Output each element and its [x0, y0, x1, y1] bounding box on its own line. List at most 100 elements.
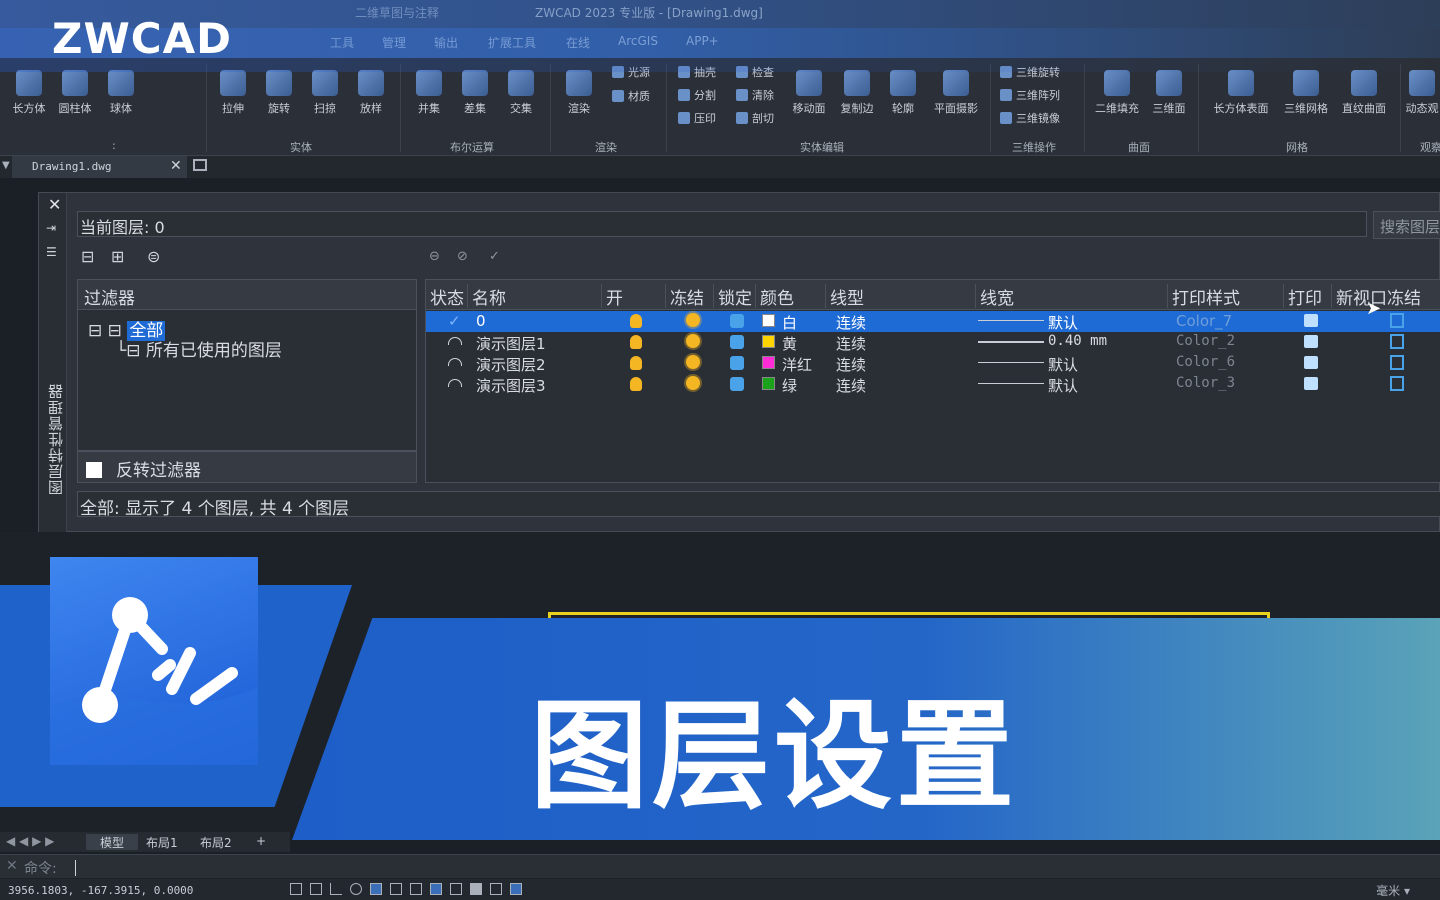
- layer-row[interactable]: ✓ 0 白 连续 默认 Color_7: [426, 311, 1440, 332]
- layer-states-manager-icon[interactable]: ⊜: [147, 247, 160, 266]
- lineweight[interactable]: 默认: [1048, 354, 1078, 375]
- layout-nav-arrows-icon[interactable]: ◀ ◀ ▶ ▶: [6, 834, 54, 848]
- shell-button[interactable]: 抽壳: [678, 64, 716, 80]
- color-swatch[interactable]: [762, 377, 775, 390]
- intersect-button[interactable]: 交集: [498, 70, 544, 116]
- separate-button[interactable]: 分割: [678, 87, 716, 103]
- col-vp-freeze[interactable]: 新视口冻结: [1332, 284, 1440, 309]
- color-swatch[interactable]: [762, 314, 775, 327]
- flatshot-button[interactable]: 平面摄影: [928, 70, 984, 116]
- new-layer-icon[interactable]: ⊖: [429, 249, 440, 264]
- vp-freeze-icon[interactable]: [1390, 313, 1404, 328]
- ortho-icon[interactable]: [330, 883, 342, 895]
- new-tab-icon[interactable]: [193, 159, 207, 171]
- col-lock[interactable]: 锁定: [714, 284, 756, 309]
- layer-row[interactable]: 演示图层1 黄 连续 0.40 mm Color_2: [426, 332, 1440, 353]
- polar-tracking-icon[interactable]: [350, 883, 362, 895]
- vp-freeze-icon[interactable]: [1390, 334, 1404, 349]
- revolve-button[interactable]: 旋转: [256, 70, 302, 116]
- snap-tracking-icon[interactable]: [390, 883, 402, 895]
- tabs-menu-icon[interactable]: ▼: [2, 160, 10, 171]
- layer-name[interactable]: 演示图层2: [476, 354, 546, 375]
- properties-menu-icon[interactable]: ☰: [46, 245, 57, 259]
- lineweight[interactable]: 默认: [1048, 312, 1078, 333]
- thaw-sun-icon[interactable]: [686, 313, 700, 327]
- tab-manage[interactable]: 管理: [382, 34, 406, 51]
- linetype[interactable]: 连续: [836, 312, 866, 333]
- lightbulb-on-icon[interactable]: [630, 335, 642, 349]
- thaw-sun-icon[interactable]: [686, 376, 700, 390]
- array3d-button[interactable]: 三维阵列: [1000, 87, 1060, 103]
- light-button[interactable]: 光源: [612, 64, 650, 80]
- col-freeze[interactable]: 冻结: [666, 284, 714, 309]
- extrude-button[interactable]: 拉伸: [210, 70, 256, 116]
- layer-name[interactable]: 演示图层1: [476, 333, 546, 354]
- mesh3d-button[interactable]: 三维网格: [1278, 70, 1334, 116]
- tab-output[interactable]: 输出: [434, 34, 458, 51]
- col-plot[interactable]: 打印: [1284, 284, 1332, 309]
- lineweight-toggle-icon[interactable]: [450, 883, 462, 895]
- command-line[interactable]: ✕ 命令:: [0, 854, 1440, 878]
- lightbulb-on-icon[interactable]: [630, 377, 642, 391]
- new-group-filter-icon[interactable]: ⊞: [111, 247, 124, 266]
- box-button[interactable]: 长方体: [6, 70, 52, 116]
- linetype[interactable]: 连续: [836, 354, 866, 375]
- printer-icon[interactable]: [1304, 314, 1318, 327]
- sphere-button[interactable]: 球体: [98, 70, 144, 116]
- render-button[interactable]: 渲染: [556, 70, 602, 116]
- tree-item-used-layers[interactable]: └⊟ 所有已使用的图层: [116, 336, 282, 361]
- col-name[interactable]: 名称: [468, 284, 602, 309]
- checkbox-icon[interactable]: [86, 462, 102, 478]
- auto-hide-icon[interactable]: ⇥: [46, 221, 56, 235]
- printer-icon[interactable]: [1304, 335, 1318, 348]
- profile-button[interactable]: 轮廓: [880, 70, 926, 116]
- vp-freeze-icon[interactable]: [1390, 376, 1404, 391]
- lineweight[interactable]: 默认: [1048, 375, 1078, 396]
- color-swatch[interactable]: [762, 356, 775, 369]
- box-surface-button[interactable]: 长方体表面: [1206, 70, 1276, 116]
- layer-name[interactable]: 0: [476, 312, 486, 330]
- col-plot-style[interactable]: 打印样式: [1168, 284, 1284, 309]
- collapse-icon[interactable]: ⊟: [88, 321, 102, 341]
- col-color[interactable]: 颜色: [756, 284, 826, 309]
- unlock-icon[interactable]: [730, 356, 744, 370]
- thaw-sun-icon[interactable]: [686, 355, 700, 369]
- cylinder-button[interactable]: 圆柱体: [52, 70, 98, 116]
- printer-icon[interactable]: [1304, 356, 1318, 369]
- layer-name[interactable]: 演示图层3: [476, 375, 546, 396]
- face3d-button[interactable]: 三维面: [1146, 70, 1192, 116]
- add-layout-button[interactable]: +: [256, 834, 266, 848]
- imprint-button[interactable]: 压印: [678, 110, 716, 126]
- dynamic-input-icon[interactable]: [430, 883, 442, 895]
- document-tab[interactable]: Drawing1.dwg: [12, 156, 187, 178]
- lightbulb-on-icon[interactable]: [630, 356, 642, 370]
- new-property-filter-icon[interactable]: ⊟: [81, 247, 94, 266]
- tab-online[interactable]: 在线: [566, 34, 590, 51]
- tab-extensions[interactable]: 扩展工具: [488, 34, 536, 51]
- grid-display-icon[interactable]: [290, 883, 302, 895]
- unlock-icon[interactable]: [730, 335, 744, 349]
- lightbulb-on-icon[interactable]: [630, 314, 642, 328]
- subtract-button[interactable]: 差集: [452, 70, 498, 116]
- workspace-label[interactable]: 二维草图与注释: [355, 4, 439, 21]
- col-on[interactable]: 开: [602, 284, 666, 309]
- col-lineweight[interactable]: 线宽: [976, 284, 1168, 309]
- invert-filter-checkbox[interactable]: 反转过滤器: [77, 451, 417, 483]
- tab-model[interactable]: 模型: [86, 834, 138, 850]
- snap-mode-icon[interactable]: [310, 883, 322, 895]
- close-icon[interactable]: ✕: [48, 195, 61, 214]
- transparency-icon[interactable]: [470, 883, 482, 895]
- vp-freeze-icon[interactable]: [1390, 355, 1404, 370]
- tab-arcgis[interactable]: ArcGIS: [618, 34, 658, 48]
- tab-layout2[interactable]: 布局2: [200, 834, 232, 851]
- set-current-icon[interactable]: ✓: [489, 249, 500, 264]
- color-swatch[interactable]: [762, 335, 775, 348]
- close-icon[interactable]: ✕: [170, 158, 182, 174]
- dynamic-ucs-icon[interactable]: [410, 883, 422, 895]
- material-button[interactable]: 材质: [612, 88, 650, 104]
- close-icon[interactable]: ✕: [6, 858, 18, 874]
- mirror3d-button[interactable]: 三维镜像: [1000, 110, 1060, 126]
- tab-app-plus[interactable]: APP+: [686, 34, 719, 48]
- lineweight[interactable]: 0.40 mm: [1048, 333, 1107, 349]
- layer-row[interactable]: 演示图层3 绿 连续 默认 Color_3: [426, 374, 1440, 395]
